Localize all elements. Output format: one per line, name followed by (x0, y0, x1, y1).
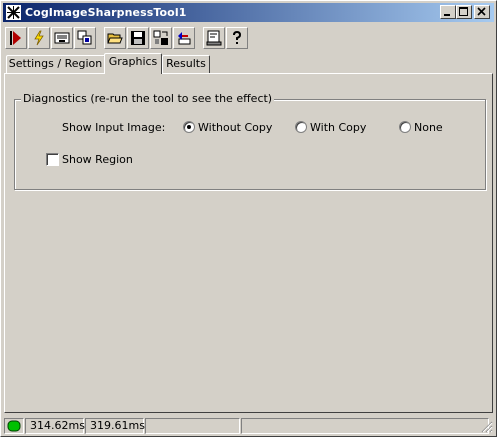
title-bar: CogImageSharpnessTool1 (3, 3, 494, 22)
tab-graphics[interactable]: Graphics (104, 53, 162, 74)
status-time-1: 314.62ms (25, 418, 85, 434)
status-indicator-panel (4, 418, 24, 434)
copy-icon (77, 30, 92, 45)
status-panel-empty-1 (145, 418, 240, 434)
undo-button[interactable] (173, 27, 195, 49)
status-time-2: 319.61ms (85, 418, 145, 434)
close-button[interactable] (474, 5, 490, 19)
help-icon (233, 30, 242, 44)
with-copy-label[interactable]: With Copy (310, 121, 366, 134)
display-icon (54, 32, 70, 44)
diagnostics-group-label: Diagnostics (re-run the tool to see the … (21, 92, 275, 106)
tab-label: Graphics (108, 55, 158, 68)
size-grip-icon[interactable] (481, 421, 493, 433)
without-copy-label[interactable]: Without Copy (198, 121, 272, 134)
with-copy-radio[interactable] (295, 121, 307, 133)
none-label[interactable]: None (414, 121, 443, 134)
status-led-icon (7, 420, 21, 432)
properties-button[interactable] (203, 27, 225, 49)
radio-selected-dot (187, 125, 191, 129)
status-panel-empty-2 (241, 418, 489, 434)
tab-strip: Settings / Region Graphics Results (3, 53, 494, 75)
lightning-icon (34, 30, 44, 46)
diagnostics-group: Diagnostics (re-run the tool to see the … (14, 92, 486, 190)
run-button[interactable] (5, 27, 27, 49)
tab-label: Results (166, 57, 206, 70)
minimize-icon (444, 14, 450, 16)
without-copy-radio[interactable] (183, 121, 195, 133)
help-button[interactable] (226, 27, 248, 49)
tab-settings-region[interactable]: Settings / Region (6, 55, 105, 73)
undo-icon (178, 32, 191, 45)
tool-icon (6, 5, 21, 20)
tab-results[interactable]: Results (162, 55, 210, 73)
show-input-image-label: Show Input Image: (62, 121, 166, 134)
maximize-button[interactable] (456, 5, 472, 19)
save-button[interactable] (127, 27, 149, 49)
copy-button[interactable] (74, 27, 96, 49)
export-button[interactable] (150, 27, 172, 49)
show-region-checkbox[interactable] (46, 153, 59, 166)
toolbar (3, 24, 494, 52)
minimize-button[interactable] (440, 5, 456, 19)
save-disk-icon (131, 31, 145, 45)
tool-window: CogImageSharpnessTool1 Settings / Region… (0, 0, 497, 437)
display-button[interactable] (51, 27, 73, 49)
properties-icon (206, 30, 222, 46)
none-radio[interactable] (399, 121, 411, 133)
status-bar: 314.62ms 319.61ms (3, 417, 494, 435)
maximize-icon (459, 7, 468, 16)
tab-label: Settings / Region (8, 57, 103, 70)
graphics-tab-panel: Diagnostics (re-run the tool to see the … (4, 73, 493, 413)
close-icon (477, 7, 486, 16)
export-icon (153, 30, 168, 45)
open-button[interactable] (104, 27, 126, 49)
run-icon (10, 31, 21, 45)
run-continuous-button[interactable] (28, 27, 50, 49)
window-title: CogImageSharpnessTool1 (25, 6, 187, 19)
open-folder-icon (107, 33, 123, 44)
show-region-label[interactable]: Show Region (62, 153, 133, 166)
